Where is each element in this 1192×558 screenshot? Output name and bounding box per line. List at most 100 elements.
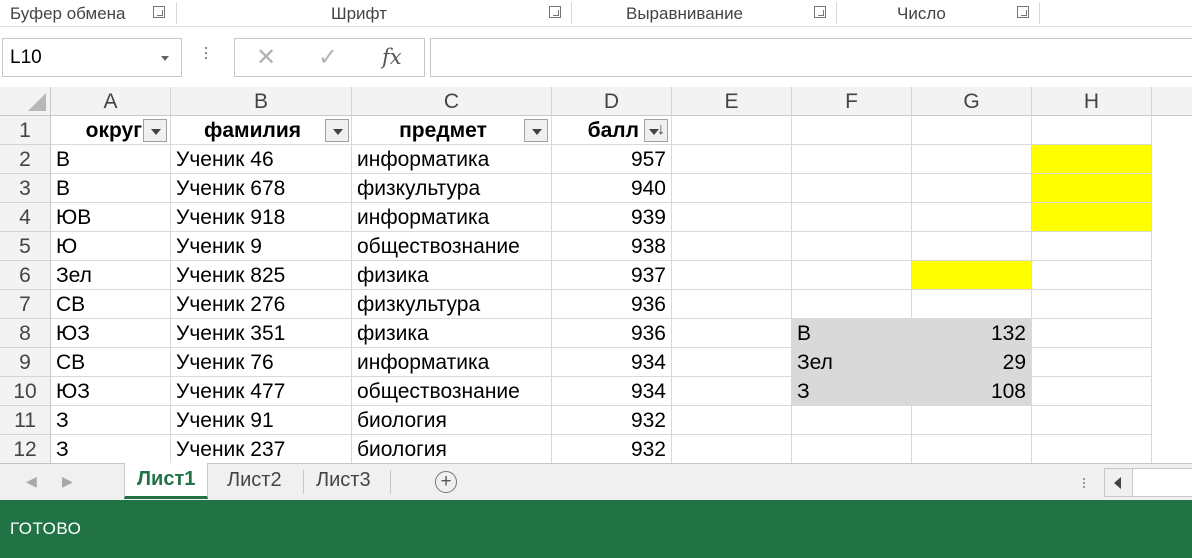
cell[interactable] (672, 406, 792, 435)
cell-predmet[interactable]: информатика (352, 145, 552, 174)
column-header-f[interactable]: F (792, 87, 912, 116)
scroll-tabs-left-icon[interactable]: ◀ (26, 473, 37, 490)
row-header[interactable]: 6 (0, 261, 51, 290)
cell[interactable] (792, 116, 912, 145)
cell[interactable] (672, 116, 792, 145)
cell[interactable] (912, 174, 1032, 203)
cell-familia[interactable]: Ученик 477 (171, 377, 352, 406)
cell[interactable] (1032, 261, 1152, 290)
formula-input[interactable] (430, 38, 1192, 77)
cell-familia[interactable]: Ученик 91 (171, 406, 352, 435)
row-header[interactable]: 11 (0, 406, 51, 435)
enter-icon[interactable]: ✓ (318, 43, 338, 72)
cell-ball[interactable]: 940 (552, 174, 672, 203)
summary-label[interactable]: В (792, 319, 912, 348)
name-box[interactable]: L10 (2, 38, 182, 77)
dialog-launcher-icon[interactable] (814, 6, 826, 18)
cell-okrug[interactable]: СВ (51, 348, 171, 377)
cell[interactable] (912, 116, 1032, 145)
cell[interactable] (912, 406, 1032, 435)
cell-ball[interactable]: 932 (552, 406, 672, 435)
column-header-a[interactable]: A (51, 87, 171, 116)
scroll-left-icon[interactable] (1105, 469, 1133, 496)
cell[interactable] (912, 232, 1032, 261)
row-header[interactable]: 7 (0, 290, 51, 319)
cell-ball[interactable]: 934 (552, 348, 672, 377)
highlighted-cell[interactable] (912, 261, 1032, 290)
cell[interactable] (672, 232, 792, 261)
cell[interactable] (672, 174, 792, 203)
column-header-g[interactable]: G (912, 87, 1032, 116)
cell-okrug[interactable]: Зел (51, 261, 171, 290)
cell-predmet[interactable]: информатика (352, 203, 552, 232)
cell[interactable] (792, 435, 912, 463)
summary-value[interactable]: 132 (912, 319, 1032, 348)
cell-ball[interactable]: 934 (552, 377, 672, 406)
dialog-launcher-icon[interactable] (549, 6, 561, 18)
cell[interactable] (1032, 290, 1152, 319)
cell[interactable] (792, 203, 912, 232)
cell-familia[interactable]: Ученик 351 (171, 319, 352, 348)
cell[interactable] (1032, 406, 1152, 435)
cell[interactable] (912, 203, 1032, 232)
filter-dropdown-icon[interactable] (524, 119, 548, 142)
cell-predmet[interactable]: обществознание (352, 377, 552, 406)
cell[interactable] (672, 261, 792, 290)
cell[interactable] (912, 145, 1032, 174)
row-header[interactable]: 3 (0, 174, 51, 203)
cell-okrug[interactable]: В (51, 174, 171, 203)
chevron-down-icon[interactable] (161, 56, 169, 61)
cell-ball[interactable]: 936 (552, 290, 672, 319)
cell-ball[interactable]: 938 (552, 232, 672, 261)
filter-sort-descending-icon[interactable]: ↓ (644, 119, 668, 142)
cell-familia[interactable]: Ученик 678 (171, 174, 352, 203)
cell[interactable] (1032, 348, 1152, 377)
cell[interactable] (672, 435, 792, 463)
cell-ball[interactable]: 937 (552, 261, 672, 290)
row-header[interactable]: 1 (0, 116, 51, 145)
highlighted-cell[interactable] (1032, 145, 1152, 174)
dialog-launcher-icon[interactable] (153, 6, 165, 18)
filter-dropdown-icon[interactable] (325, 119, 349, 142)
cell[interactable] (672, 348, 792, 377)
cell[interactable] (792, 290, 912, 319)
cell[interactable] (792, 261, 912, 290)
cell[interactable] (792, 145, 912, 174)
cell-okrug[interactable]: СВ (51, 290, 171, 319)
summary-value[interactable]: 29 (912, 348, 1032, 377)
cell-ball[interactable]: 939 (552, 203, 672, 232)
row-header[interactable]: 12 (0, 435, 51, 463)
row-header[interactable]: 10 (0, 377, 51, 406)
cell[interactable] (1032, 116, 1152, 145)
header-cell-predmet[interactable]: предмет (352, 116, 552, 145)
cell-ball[interactable]: 957 (552, 145, 672, 174)
cell-okrug[interactable]: З (51, 406, 171, 435)
summary-label[interactable]: Зел (792, 348, 912, 377)
highlighted-cell[interactable] (1032, 174, 1152, 203)
cell-familia[interactable]: Ученик 76 (171, 348, 352, 377)
cell[interactable] (672, 290, 792, 319)
horizontal-scrollbar[interactable] (1104, 468, 1192, 497)
row-header[interactable]: 4 (0, 203, 51, 232)
cell-okrug[interactable]: ЮЗ (51, 319, 171, 348)
cell-predmet[interactable]: физкультура (352, 174, 552, 203)
filter-dropdown-icon[interactable] (143, 119, 167, 142)
cell[interactable] (1032, 232, 1152, 261)
more-options-icon[interactable] (205, 47, 208, 67)
more-options-icon[interactable] (1083, 478, 1086, 490)
cell[interactable] (912, 290, 1032, 319)
summary-value[interactable]: 108 (912, 377, 1032, 406)
column-header-e[interactable]: E (672, 87, 792, 116)
cell-okrug[interactable]: ЮВ (51, 203, 171, 232)
column-header-b[interactable]: B (171, 87, 352, 116)
cell-familia[interactable]: Ученик 825 (171, 261, 352, 290)
cell-predmet[interactable]: физкультура (352, 290, 552, 319)
cell-familia[interactable]: Ученик 918 (171, 203, 352, 232)
cell-familia[interactable]: Ученик 9 (171, 232, 352, 261)
cell-okrug[interactable]: В (51, 145, 171, 174)
cell[interactable] (792, 232, 912, 261)
cell[interactable] (672, 377, 792, 406)
sheet-tab-2[interactable]: Лист2 (215, 464, 294, 498)
column-header-h[interactable]: H (1032, 87, 1152, 116)
cell-predmet[interactable]: физика (352, 261, 552, 290)
